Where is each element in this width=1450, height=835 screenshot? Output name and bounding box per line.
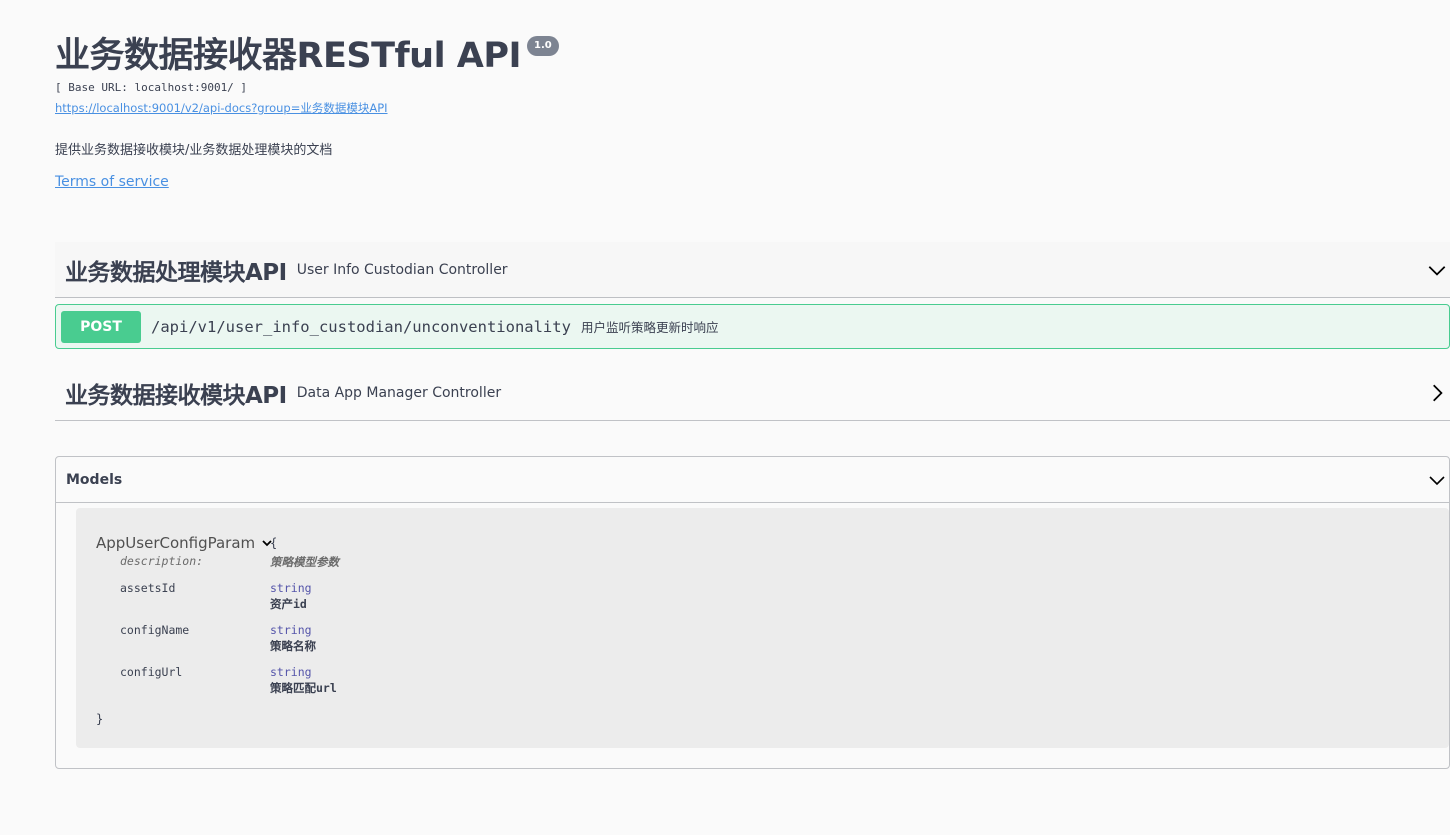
property-name: configUrl [120, 665, 183, 679]
property-name: configName [120, 623, 190, 637]
tag-name: 业务数据接收模块API [65, 382, 287, 409]
api-description: 提供业务数据接收模块/业务数据处理模块的文档 [55, 143, 333, 158]
brace-close: } [96, 712, 104, 726]
property-description: 资产id [270, 597, 307, 611]
property-type: string [270, 623, 312, 637]
property-name: assetsId [120, 581, 176, 595]
property-type: string [270, 665, 312, 679]
version-badge: 1.0 [527, 36, 559, 56]
model-name: AppUserConfigParam [96, 534, 256, 552]
tag-name: 业务数据处理模块API [65, 259, 287, 286]
tag-description: Data App Manager Controller [296, 384, 502, 401]
chevron-right-icon[interactable] [1426, 382, 1448, 404]
model-container: AppUserConfigParam { description: 策略模型参数… [76, 508, 1449, 748]
tag-section-data-app-manager[interactable]: 业务数据接收模块API Data App Manager Controller [55, 365, 1450, 421]
terms-of-service-link[interactable]: Terms of service [55, 174, 169, 190]
model-title[interactable]: AppUserConfigParam [96, 534, 273, 552]
opblock-post[interactable]: POST /api/v1/user_info_custodian/unconve… [55, 304, 1450, 349]
base-url: [ Base URL: localhost:9001/ ] [55, 81, 248, 94]
api-docs-link[interactable]: https://localhost:9001/v2/api-docs?group… [55, 100, 388, 116]
models-title: Models [66, 471, 123, 488]
chevron-down-icon[interactable] [1426, 259, 1448, 281]
model-description-label: description: [120, 554, 204, 568]
property-description: 策略名称 [270, 639, 316, 653]
chevron-down-icon[interactable] [1427, 470, 1447, 490]
operation-path: /api/v1/user_info_custodian/unconvention… [151, 317, 571, 336]
method-badge: POST [61, 310, 141, 343]
model-description: 策略模型参数 [270, 555, 339, 569]
info-title-row: 业务数据接收器RESTful API 1.0 [55, 34, 559, 78]
models-section: Models AppUserConfigParam { description:… [55, 456, 1450, 769]
page-title: 业务数据接收器RESTful API [55, 36, 522, 76]
property-type: string [270, 581, 312, 595]
property-description: 策略匹配url [270, 681, 337, 695]
models-header[interactable]: Models [56, 457, 1449, 503]
brace-open: { [270, 536, 278, 550]
tag-section-user-info-custodian[interactable]: 业务数据处理模块API User Info Custodian Controll… [55, 242, 1450, 298]
operation-summary: 用户监听策略更新时响应 [580, 320, 719, 335]
tag-description: User Info Custodian Controller [296, 261, 508, 278]
